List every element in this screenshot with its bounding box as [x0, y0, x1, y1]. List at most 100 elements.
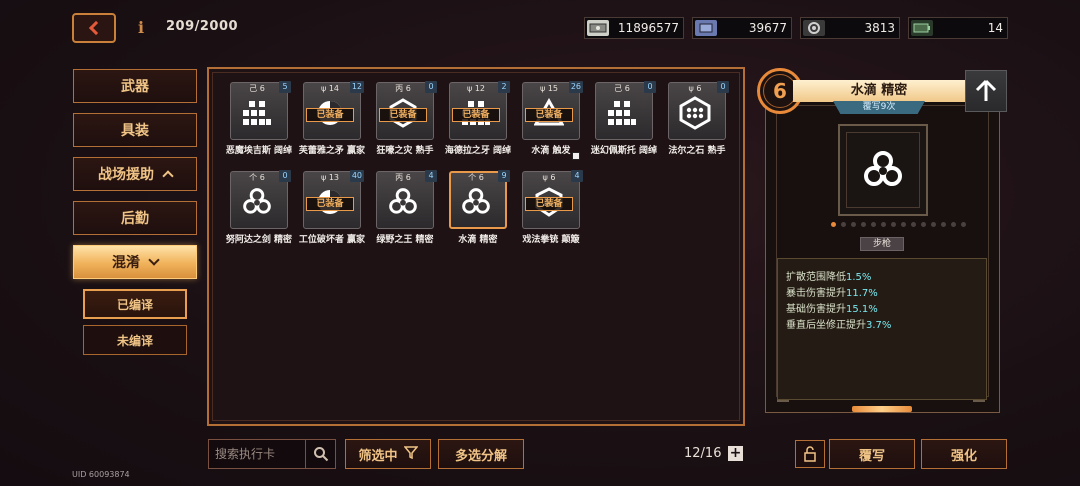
- stat-value: 3.7%: [866, 320, 892, 331]
- resource-battery[interactable]: 14: [908, 17, 1008, 39]
- card-name: 戏法拳铳 颠簸: [522, 235, 580, 245]
- stat-label: 暴击伤害提升: [786, 288, 846, 299]
- multi-dismantle-button[interactable]: 多选分解: [438, 439, 524, 469]
- collection-count: 209/2000: [166, 19, 239, 34]
- card-item[interactable]: 丙 6 0 已装备 狂嚎之灾 熟手: [374, 81, 437, 162]
- filter-uncompiled[interactable]: 未编译: [83, 325, 187, 355]
- chevron-left-icon: [88, 20, 104, 36]
- info-icon[interactable]: i: [138, 18, 146, 38]
- card-item[interactable]: ψ 13 40 已装备 工位破坏者 赢家: [299, 170, 365, 251]
- card-item[interactable]: 个 6 9 水滴 精密: [447, 170, 510, 251]
- equipped-tag: 已装备: [379, 108, 427, 122]
- multi-dismantle-label: 多选分解: [454, 448, 507, 464]
- arrow-up-icon: [975, 79, 997, 101]
- card-item[interactable]: ψ 6 4 已装备 戏法拳铳 颠簸: [520, 170, 583, 251]
- panel-glow: [852, 406, 912, 412]
- card-dots-icon: [678, 96, 712, 130]
- rewrite-label: 覆写: [858, 448, 885, 464]
- progress-dot: [921, 222, 926, 227]
- search-icon[interactable]: [305, 440, 335, 468]
- stat-line: 基础伤害提升15.1%: [786, 300, 878, 315]
- lock-button[interactable]: [795, 440, 825, 468]
- sidebar-item-obfuscation[interactable]: 混淆: [73, 245, 197, 279]
- card-count-badge: 12: [349, 81, 364, 93]
- resource-chip[interactable]: 39677: [692, 17, 792, 39]
- card-item[interactable]: ψ 14 12 已装备 芙蕾雅之矛 赢家: [299, 81, 365, 162]
- plus-icon[interactable]: +: [728, 446, 743, 461]
- rewrite-button[interactable]: 覆写: [829, 439, 915, 469]
- sidebar-item-armor[interactable]: 具装: [73, 113, 197, 147]
- card-rank: ψ 14: [321, 84, 339, 93]
- card-name: 水滴 精密: [458, 235, 498, 245]
- card-name: 恶魔埃吉斯 阔绰: [225, 146, 293, 156]
- resource-gear[interactable]: 3813: [800, 17, 900, 39]
- sidebar-item-label: 战场援助: [98, 167, 154, 183]
- card-rank: ψ 13: [321, 173, 339, 182]
- card-rank: 己 6: [249, 84, 265, 93]
- filter-compiled[interactable]: 已编译: [83, 289, 187, 319]
- user-id: UID 60093874: [72, 470, 130, 479]
- card-name: 工位破坏者 赢家: [298, 235, 366, 245]
- progress-dot: [901, 222, 906, 227]
- progress-dot: [951, 222, 956, 227]
- card-rank: ψ 15: [540, 84, 558, 93]
- card-preview: [838, 124, 928, 216]
- chevron-up-icon: [162, 170, 174, 182]
- card-count-badge: 0: [425, 81, 437, 93]
- sidebar-item-label: 武器: [121, 79, 149, 95]
- card-count-badge: 4: [425, 170, 437, 182]
- card-rank: 个 6: [468, 173, 484, 182]
- card-item[interactable]: 个 6 0 努阿达之剑 精密: [226, 170, 292, 251]
- resource-cash-value: 11896577: [617, 21, 679, 35]
- chip-icon: [695, 20, 717, 36]
- back-button[interactable]: [72, 13, 116, 43]
- stat-line: 暴击伤害提升11.7%: [786, 284, 878, 299]
- progress-dot: [911, 222, 916, 227]
- equipped-tag: 已装备: [452, 108, 500, 122]
- progress-dot: [881, 222, 886, 227]
- card-title: 水滴 精密: [793, 80, 965, 102]
- sidebar-item-battlefield-support[interactable]: 战场援助: [73, 157, 197, 191]
- card-rank: 个 6: [249, 173, 265, 182]
- card-name: 芙蕾雅之矛 赢家: [298, 146, 366, 156]
- card-name: 狂嚎之灾 熟手: [376, 146, 434, 156]
- card-count-badge: 5: [279, 81, 291, 93]
- card-rank: ψ 12: [467, 84, 485, 93]
- stat-value: 11.7%: [846, 288, 878, 299]
- card-name: 水滴 触发: [531, 146, 571, 156]
- enhance-label: 强化: [950, 448, 977, 464]
- card-count-badge: 2: [498, 81, 510, 93]
- upgrade-button[interactable]: [965, 70, 1007, 112]
- filter-icon: [402, 445, 419, 463]
- card-bio-icon: [386, 185, 420, 219]
- biohazard-icon: [846, 132, 920, 208]
- card-item[interactable]: ψ 12 2 已装备 海德拉之牙 阔绰: [445, 81, 511, 162]
- search-box: [208, 439, 336, 469]
- card-item[interactable]: ψ 15 26 已装备 水滴 触发: [520, 81, 583, 162]
- card-bio-icon: [240, 185, 274, 219]
- cash-icon: [587, 20, 609, 36]
- card-rewrite-count: 覆写9次: [833, 101, 925, 114]
- progress-dot: [931, 222, 936, 227]
- card-rank: ψ 6: [688, 84, 702, 93]
- filter-button[interactable]: 筛选中: [345, 439, 431, 469]
- gear-icon: [803, 20, 825, 36]
- sidebar-item-label: 混淆: [112, 255, 140, 271]
- search-input[interactable]: [209, 447, 305, 461]
- card-count-badge: 4: [571, 170, 583, 182]
- card-item[interactable]: 己 6 5 恶魔埃吉斯 阔绰: [226, 81, 292, 162]
- equipped-tag: 已装备: [525, 197, 573, 211]
- enhance-button[interactable]: 强化: [921, 439, 1007, 469]
- card-item[interactable]: 己 6 0 迷幻佩斯托 阔绰: [591, 81, 657, 162]
- sidebar-item-weapons[interactable]: 武器: [73, 69, 197, 103]
- card-item[interactable]: ψ 6 0 法尔之石 熟手: [666, 81, 729, 162]
- card-item[interactable]: 丙 6 4 绿野之王 精密: [374, 170, 437, 251]
- sidebar-item-logistics[interactable]: 后勤: [73, 201, 197, 235]
- card-page-count: 12/16: [684, 446, 722, 461]
- card-count-badge: 0: [644, 81, 656, 93]
- progress-dot: [941, 222, 946, 227]
- stats-box: 扩散范围降低1.5% 暴击伤害提升11.7% 基础伤害提升15.1% 垂直后坐修…: [777, 258, 987, 400]
- card-rank: 己 6: [614, 84, 630, 93]
- card-count-badge: 26: [568, 81, 583, 93]
- resource-cash[interactable]: 11896577: [584, 17, 684, 39]
